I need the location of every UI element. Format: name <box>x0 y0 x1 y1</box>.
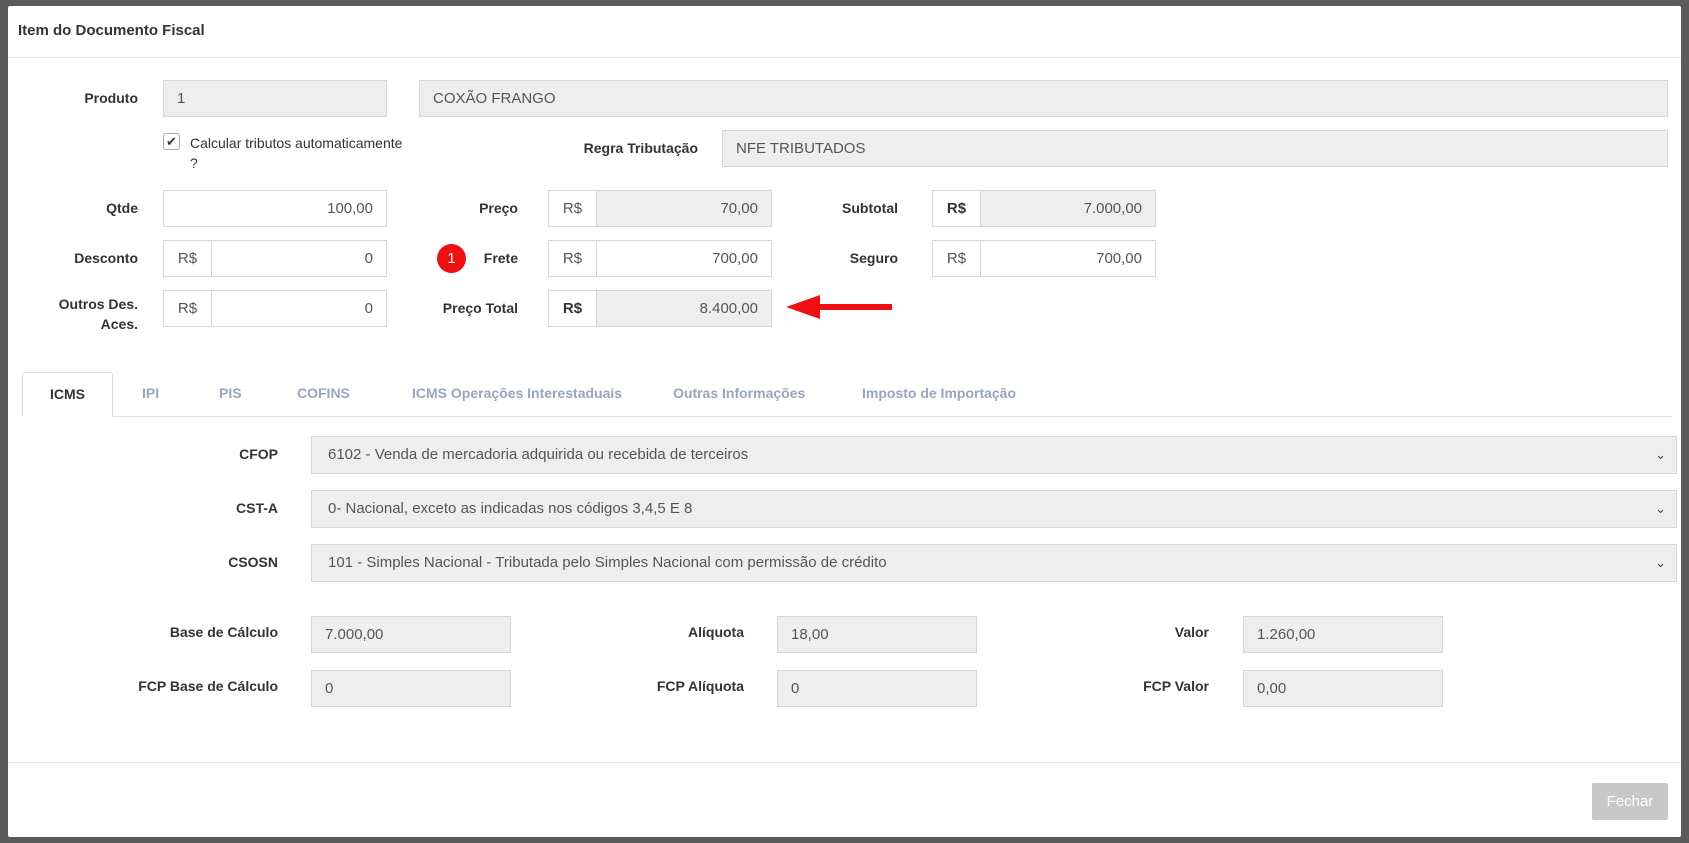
regra-field[interactable]: NFE TRIBUTADOS <box>722 130 1668 167</box>
fcp-aliquota-label: FCP Alíquota <box>656 678 744 694</box>
aliquota-field[interactable]: 18,00 <box>777 616 977 653</box>
calc-tributos-text: Calcular tributos automaticamente <box>190 135 403 151</box>
outros-currency: R$ <box>163 290 211 327</box>
tab-imposto-importacao[interactable]: Imposto de Importação <box>835 372 1043 416</box>
csosn-value: 101 - Simples Nacional - Tributada pelo … <box>328 554 887 571</box>
frete-input[interactable]: 700,00 <box>596 240 772 277</box>
qtde-label: Qtde <box>106 200 138 216</box>
frete-label: Frete <box>483 250 518 266</box>
subtotal-group: R$ 7.000,00 <box>932 190 1156 227</box>
aliquota-label: Alíquota <box>688 624 744 640</box>
preco-field[interactable]: 70,00 <box>596 190 772 227</box>
produto-label: Produto <box>84 90 138 106</box>
tab-cofins[interactable]: COFINS <box>270 372 377 416</box>
preco-label: Preço <box>479 200 518 216</box>
produto-name-field[interactable]: COXÃO FRANGO <box>419 80 1668 117</box>
fcp-valor-field[interactable]: 0,00 <box>1243 670 1443 707</box>
arrow-left-icon <box>786 295 892 319</box>
tab-outras-informacoes[interactable]: Outras Informações <box>646 372 832 416</box>
base-calculo-field[interactable]: 7.000,00 <box>311 616 511 653</box>
qtde-input[interactable]: 100,00 <box>163 190 387 227</box>
tab-icms-interestaduais[interactable]: ICMS Operações Interestaduais <box>385 372 649 416</box>
preco-total-currency: R$ <box>548 290 596 327</box>
fcp-valor-label: FCP Valor <box>1143 678 1209 694</box>
tax-tabs: ICMS IPI PIS COFINS ICMS Operações Inter… <box>22 372 1672 417</box>
fcp-base-field[interactable]: 0 <box>311 670 511 707</box>
outros-input[interactable]: 0 <box>211 290 387 327</box>
outros-group: R$ 0 <box>163 290 387 327</box>
seguro-group: R$ 700,00 <box>932 240 1156 277</box>
close-button[interactable]: Fechar <box>1592 783 1668 820</box>
preco-total-label: Preço Total <box>442 300 518 316</box>
csta-select[interactable]: 0- Nacional, exceto as indicadas nos cód… <box>311 490 1677 528</box>
subtotal-field[interactable]: 7.000,00 <box>980 190 1156 227</box>
seguro-input[interactable]: 700,00 <box>980 240 1156 277</box>
preco-total-group: R$ 8.400,00 <box>548 290 772 327</box>
calc-tributos-label: Calcular tributos automaticamente ? <box>190 133 402 173</box>
valor-field[interactable]: 1.260,00 <box>1243 616 1443 653</box>
dialog-title: Item do Documento Fiscal <box>8 6 1681 58</box>
base-calculo-label: Base de Cálculo <box>169 624 278 640</box>
desconto-label: Desconto <box>74 250 138 266</box>
seguro-currency: R$ <box>932 240 980 277</box>
outros-label-2: Aces. <box>100 316 138 332</box>
desconto-input[interactable]: 0 <box>211 240 387 277</box>
cfop-label: CFOP <box>239 446 278 462</box>
outros-label: Outros Des. Aces. <box>28 294 138 334</box>
frete-group: R$ 700,00 <box>548 240 772 277</box>
chevron-down-icon: ⌄ <box>1655 555 1666 570</box>
desconto-group: R$ 0 <box>163 240 387 277</box>
subtotal-label: Subtotal <box>842 200 898 216</box>
cfop-select[interactable]: 6102 - Venda de mercadoria adquirida ou … <box>311 436 1677 474</box>
csta-label: CST-A <box>236 500 278 516</box>
item-dialog: Item do Documento Fiscal Produto 1 COXÃO… <box>8 6 1681 837</box>
valor-label: Valor <box>1174 624 1209 640</box>
preco-currency: R$ <box>548 190 596 227</box>
fcp-base-label: FCP Base de Cálculo <box>138 678 278 694</box>
csosn-select[interactable]: 101 - Simples Nacional - Tributada pelo … <box>311 544 1677 582</box>
regra-label: Regra Tributação <box>583 140 698 156</box>
preco-total-field[interactable]: 8.400,00 <box>596 290 772 327</box>
tab-ipi[interactable]: IPI <box>115 372 186 416</box>
fcp-aliquota-field[interactable]: 0 <box>777 670 977 707</box>
dialog-footer <box>8 762 1681 763</box>
calc-tributos-text-2: ? <box>190 155 198 171</box>
outros-label-1: Outros Des. <box>58 296 138 312</box>
subtotal-currency: R$ <box>932 190 980 227</box>
chevron-down-icon: ⌄ <box>1655 501 1666 516</box>
desconto-currency: R$ <box>163 240 211 277</box>
seguro-label: Seguro <box>849 250 898 266</box>
preco-group: R$ 70,00 <box>548 190 772 227</box>
frete-currency: R$ <box>548 240 596 277</box>
tab-pis[interactable]: PIS <box>192 372 269 416</box>
check-icon: ✔ <box>166 134 177 149</box>
tab-icms[interactable]: ICMS <box>22 372 113 417</box>
cfop-value: 6102 - Venda de mercadoria adquirida ou … <box>328 446 749 463</box>
produto-code-field[interactable]: 1 <box>163 80 387 117</box>
calc-tributos-checkbox[interactable]: ✔ <box>163 133 180 150</box>
chevron-down-icon: ⌄ <box>1655 447 1666 462</box>
csta-value: 0- Nacional, exceto as indicadas nos cód… <box>328 500 693 517</box>
csosn-label: CSOSN <box>228 554 278 570</box>
